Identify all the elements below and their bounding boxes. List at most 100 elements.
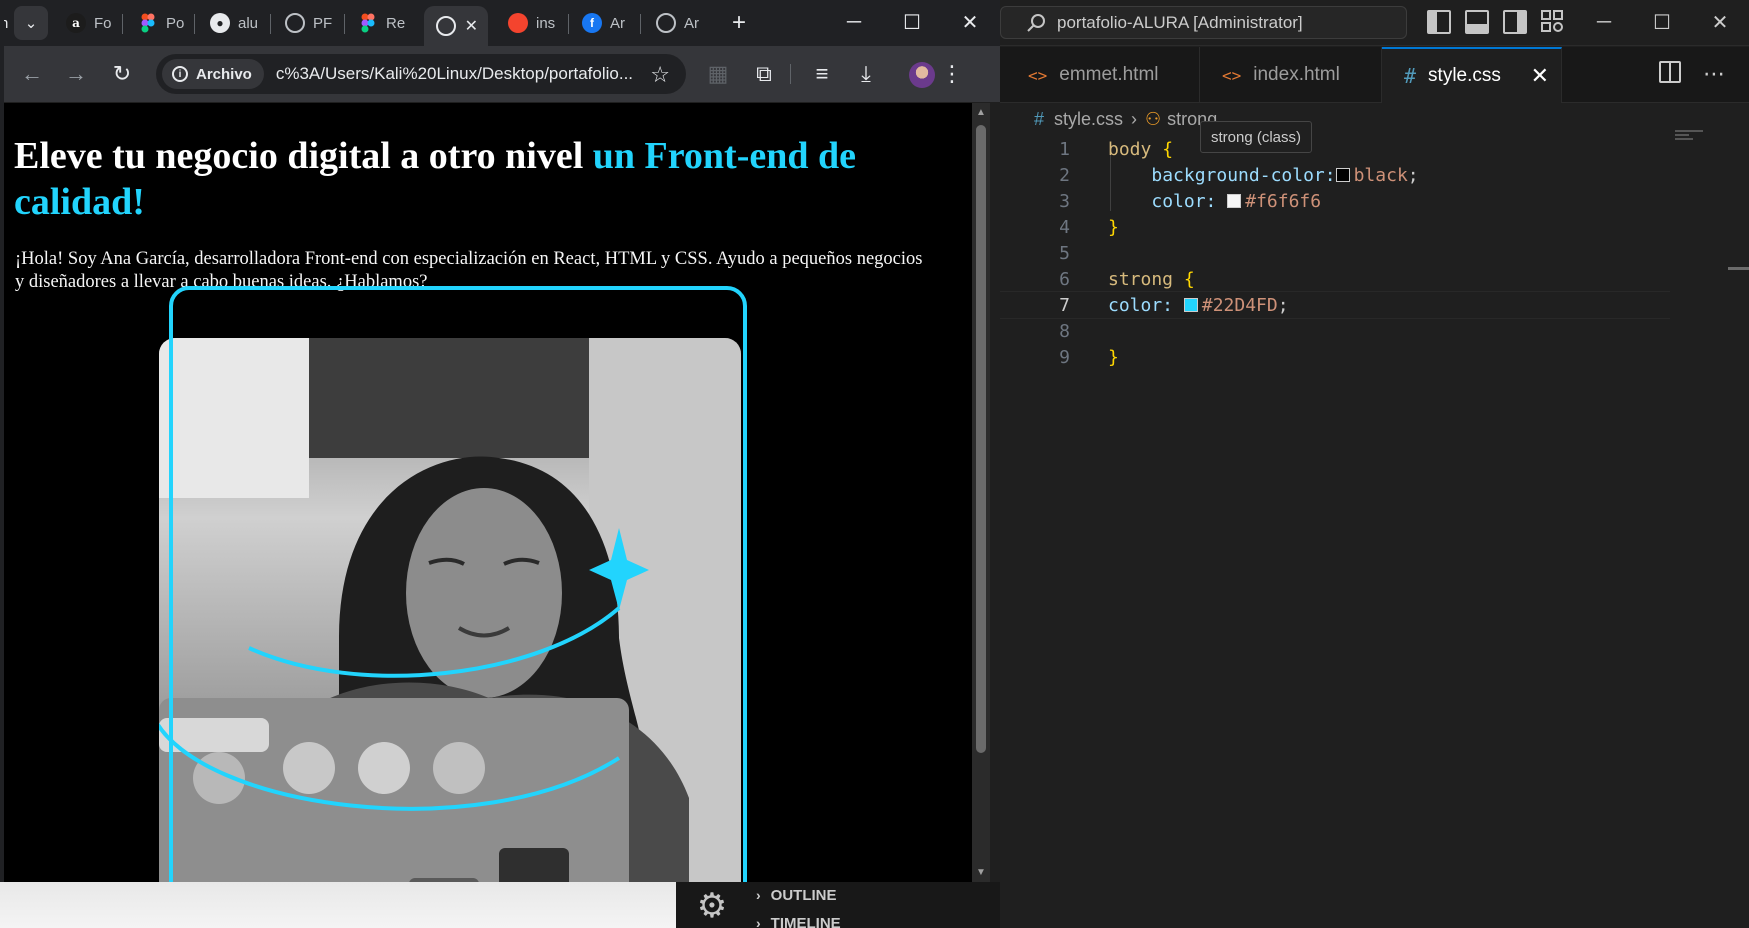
toggle-secondary-sidebar-icon[interactable] — [1503, 10, 1527, 34]
vscode-maximize-button[interactable]: ☐ — [1633, 0, 1691, 44]
browser-tab[interactable]: ins — [508, 6, 558, 40]
scrollbar-thumb[interactable] — [976, 125, 986, 753]
value: #22D4FD — [1201, 294, 1278, 316]
download-icon[interactable]: ⤓ — [850, 58, 882, 90]
profile-avatar[interactable] — [909, 62, 935, 88]
globe-icon — [285, 13, 305, 33]
menu-dots-icon[interactable]: ⋮ — [936, 58, 968, 90]
css-file-icon: # — [1404, 64, 1417, 88]
customize-layout-icon[interactable] — [1541, 10, 1565, 34]
browser-window: n ⌄ a Fo Po ● alu PF Re ✕ ins f Ar Ar + … — [0, 0, 1000, 882]
minimap[interactable] — [1675, 130, 1715, 150]
split-editor-icon[interactable] — [1659, 61, 1681, 83]
close-tab-icon[interactable]: ✕ — [1531, 63, 1549, 89]
command-center-search[interactable]: portafolio-ALURA [Administrator] — [1000, 6, 1407, 39]
browser-tab[interactable]: a Fo — [66, 6, 114, 40]
timeline-section-header[interactable]: › TIMELINE — [756, 911, 841, 928]
html-file-icon: <> — [1222, 65, 1242, 85]
globe-icon — [656, 13, 676, 33]
code-line: 9 } — [1000, 343, 1670, 371]
browser-tab[interactable]: Po — [138, 6, 186, 40]
vscode-minimize-button[interactable]: ─ — [1575, 0, 1633, 44]
browser-tab-active[interactable]: ✕ — [424, 6, 488, 46]
forward-arrow-icon[interactable]: → — [60, 58, 92, 90]
qr-code-icon[interactable]: ▦ — [702, 58, 734, 90]
site-info-label: Archivo — [196, 65, 252, 83]
tab-label: style.css — [1428, 65, 1501, 86]
back-arrow-icon[interactable]: ← — [16, 58, 48, 90]
color-swatch[interactable] — [1335, 167, 1350, 182]
code-line: 8 — [1000, 317, 1670, 345]
symbol-class-icon: ⚇ — [1145, 108, 1162, 129]
brace: } — [1108, 346, 1119, 368]
tab-emmet-html[interactable]: <> emmet.html — [1000, 47, 1200, 103]
editor-tabs: <> emmet.html <> index.html # style.css … — [1000, 47, 1749, 103]
editor-scrollbar[interactable] — [1728, 267, 1749, 270]
tab-title: ins — [536, 14, 556, 32]
media-control-icon[interactable]: ≡ — [806, 58, 838, 90]
line-number: 4 — [1059, 216, 1070, 238]
reload-icon[interactable]: ↻ — [106, 58, 138, 90]
browser-tab[interactable]: Ar — [656, 6, 704, 40]
browser-maximize-button[interactable]: ☐ — [883, 0, 941, 44]
code-line: 2 background-color: black; — [1000, 161, 1670, 189]
more-actions-icon[interactable]: ⋯ — [1703, 61, 1725, 87]
tab-title: Ar — [684, 14, 699, 32]
tab-label: emmet.html — [1059, 64, 1159, 85]
editor-actions: ⋯ — [1659, 61, 1725, 87]
scroll-up-icon[interactable]: ▲ — [976, 107, 986, 118]
tab-title: Re — [386, 14, 406, 32]
tab-search-button[interactable]: ⌄ — [14, 6, 48, 40]
browser-close-button[interactable]: ✕ — [941, 0, 999, 44]
tab-index-html[interactable]: <> index.html — [1200, 47, 1382, 103]
chevron-right-icon: › — [1131, 108, 1138, 129]
toggle-panel-icon[interactable] — [1465, 10, 1489, 34]
extensions-icon[interactable]: ⧉ — [748, 58, 780, 90]
site-info-chip[interactable]: i Archivo — [162, 59, 264, 89]
line-number: 5 — [1059, 242, 1070, 264]
breadcrumb-file[interactable]: style.css — [1054, 109, 1123, 130]
tab-title: Fo — [94, 14, 112, 32]
page-scrollbar[interactable]: ▲ ▼ — [972, 103, 990, 882]
code-editor[interactable]: 1 body { 2 background-color: black; 3 col… — [1000, 135, 1700, 928]
brace: { — [1162, 138, 1174, 160]
scroll-down-icon[interactable]: ▼ — [976, 867, 986, 878]
page-heading: Eleve tu negocio digital a otro nivel un… — [14, 133, 914, 225]
tab-title: PF — [313, 14, 333, 32]
new-tab-button[interactable]: + — [724, 6, 754, 40]
color-swatch[interactable] — [1227, 193, 1242, 208]
browser-tab[interactable]: f Ar — [582, 6, 630, 40]
layout-controls — [1427, 10, 1565, 34]
page-viewport[interactable]: Eleve tu negocio digital a otro nivel un… — [4, 103, 976, 882]
property: color: — [1151, 190, 1217, 212]
tab-style-css[interactable]: # style.css ✕ — [1382, 47, 1562, 103]
browser-tab[interactable]: Re — [358, 6, 408, 40]
tab-label: index.html — [1253, 64, 1340, 85]
outline-section-header[interactable]: › OUTLINE — [756, 883, 837, 907]
outline-label: OUTLINE — [770, 886, 837, 904]
timeline-label: TIMELINE — [770, 914, 841, 928]
toggle-primary-sidebar-icon[interactable] — [1427, 10, 1451, 34]
browser-tab[interactable]: ● alu — [210, 6, 262, 40]
code-line-current: 7 color: #22D4FD; — [1000, 291, 1670, 319]
alura-favicon: a — [66, 13, 86, 33]
chevron-right-icon: › — [756, 915, 761, 928]
vscode-close-button[interactable]: ✕ — [1691, 0, 1749, 44]
tab-title: Po — [166, 14, 185, 32]
code-line: 5 — [1000, 239, 1670, 267]
line-number: 8 — [1059, 320, 1070, 342]
browser-tab[interactable]: PF — [285, 6, 335, 40]
close-tab-icon[interactable]: ✕ — [465, 16, 478, 36]
address-bar[interactable]: i Archivo c%3A/Users/Kali%20Linux/Deskto… — [156, 54, 686, 94]
bookmark-star-icon[interactable]: ☆ — [650, 62, 670, 88]
tab-title: alu — [238, 14, 259, 32]
selector-strong: strong — [1108, 268, 1174, 290]
value: #f6f6f6 — [1245, 190, 1322, 212]
tab-separator — [344, 14, 345, 34]
code-line: 3 color: #f6f6f6 — [1000, 187, 1670, 215]
github-icon: ● — [210, 13, 230, 33]
browser-window-controls: ─ ☐ ✕ — [825, 0, 999, 44]
browser-minimize-button[interactable]: ─ — [825, 0, 883, 44]
gear-icon[interactable]: ⚙ — [692, 886, 732, 926]
color-swatch[interactable] — [1183, 297, 1198, 312]
